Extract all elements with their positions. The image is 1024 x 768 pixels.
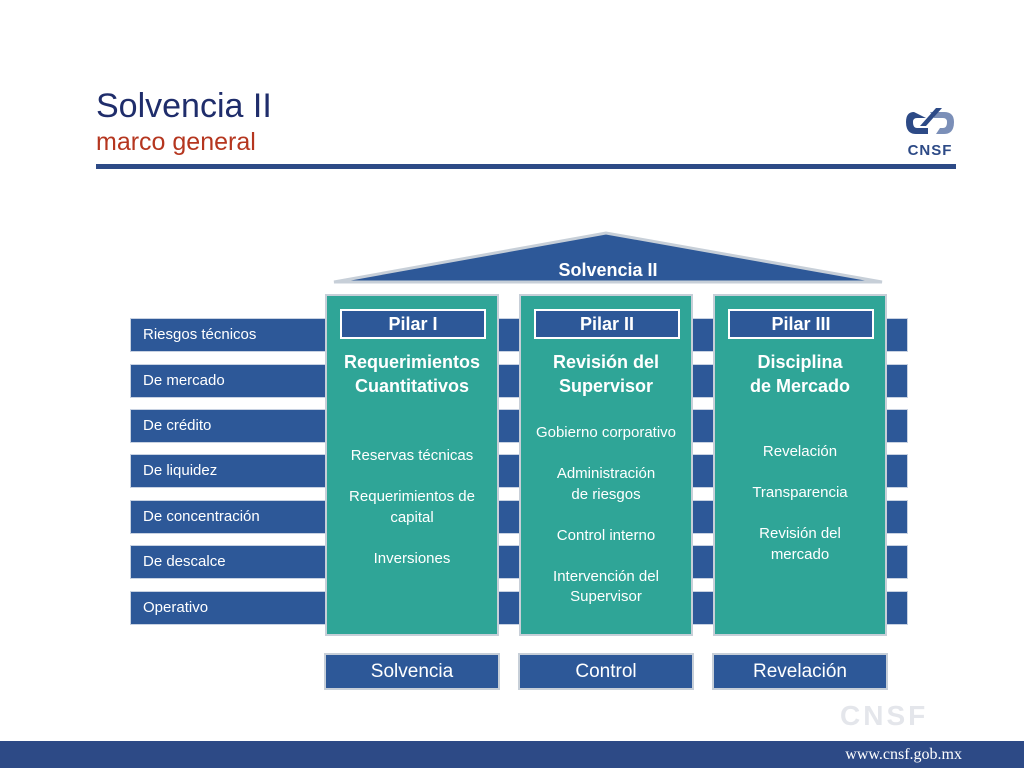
risk-label: De liquidez — [143, 462, 218, 479]
pillar-items: Reservas técnicas Requerimientos de capi… — [327, 446, 497, 590]
risk-label: De descalce — [143, 553, 226, 570]
outcome-control: Control — [518, 653, 694, 690]
pillar-label: Pilar III — [728, 309, 874, 339]
watermark-logo: CNSF — [840, 700, 929, 731]
pillar-item: Requerimientos de capital — [349, 488, 475, 526]
roof-label: Solvencia II — [558, 260, 658, 280]
outcome-revelacion: Revelación — [712, 653, 888, 690]
pillar-item: Administración de riesgos — [556, 465, 656, 503]
risk-label: De concentración — [143, 508, 260, 525]
pillar-title: Revisión del Supervisor — [552, 352, 660, 396]
footer-bar: www.cnsf.gob.mx — [0, 741, 1024, 768]
logo-text: CNSF — [907, 142, 953, 159]
page-title: Solvencia II — [96, 87, 272, 125]
pillar-item: Inversiones — [373, 549, 451, 567]
pillar-label: Pilar II — [534, 309, 680, 339]
risk-label: Riesgos técnicos — [143, 326, 257, 343]
risk-label: De mercado — [143, 372, 225, 389]
title-divider — [96, 164, 956, 169]
pillar-item: Revelación — [762, 443, 838, 460]
risk-label: De crédito — [143, 417, 212, 434]
pillar-label: Pilar I — [340, 309, 486, 339]
pillar-item: Intervención del Supervisor — [553, 567, 659, 606]
pillar-1: Pilar I Requerimientos Cuantitativos Res… — [325, 294, 499, 636]
risk-label: Operativo — [143, 599, 209, 616]
pillar-item: Control interno — [556, 526, 656, 544]
cnsf-logo-icon — [906, 108, 954, 134]
pillar-2: Pilar II Revisión del Supervisor Gobiern… — [519, 294, 693, 636]
outcome-solvencia: Solvencia — [324, 653, 500, 690]
pillar-items: Revelación Transparencia Revisión del me… — [715, 442, 885, 586]
pillar-3: Pilar III Disciplina de Mercado Revelaci… — [713, 294, 887, 636]
pillar-item: Gobierno corporativo — [535, 424, 677, 441]
pillar-title: Disciplina de Mercado — [749, 352, 851, 396]
footer-url: www.cnsf.gob.mx — [845, 746, 962, 763]
pillar-items: Gobierno corporativo Administración de r… — [521, 423, 691, 628]
pillar-item: Revisión del mercado — [759, 525, 841, 563]
pillar-item: Reservas técnicas — [350, 447, 474, 464]
pillar-item: Transparencia — [752, 484, 848, 501]
cnsf-logo: CNSF — [900, 104, 960, 160]
pillar-title: Requerimientos Cuantitativos — [343, 352, 481, 396]
page-subtitle: marco general — [96, 128, 256, 156]
